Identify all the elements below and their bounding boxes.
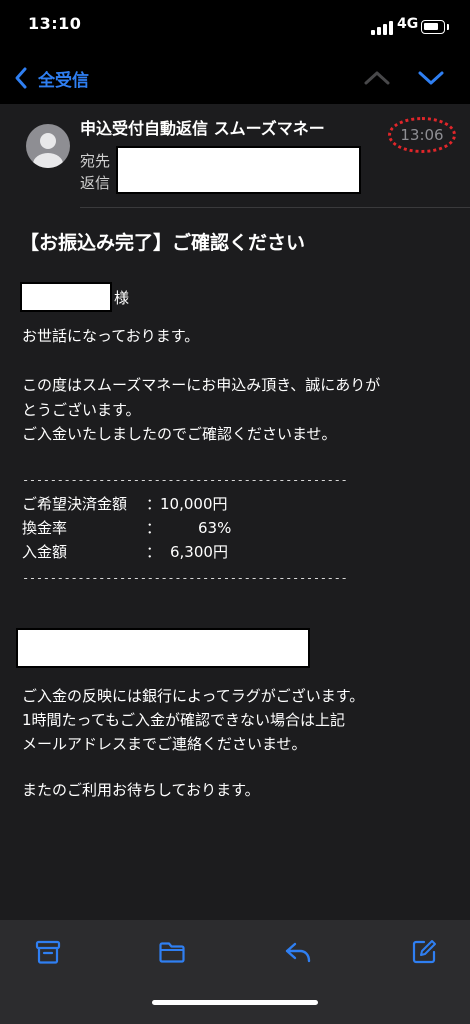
detail-label: ご希望決済金額 (22, 495, 128, 513)
to-label: 宛先 (80, 152, 111, 170)
confirm-line: ご入金いたしましたのでご確認くださいませ。 (22, 425, 337, 443)
reply-icon[interactable] (284, 938, 312, 966)
compose-icon[interactable] (410, 938, 438, 966)
detail-colon: ： (146, 519, 162, 537)
status-bar: 13:10 4G (0, 0, 470, 52)
header-divider (80, 207, 470, 208)
detail-value: 10,000円 (160, 495, 228, 513)
closing: またのご利用お待ちしております。 (22, 781, 260, 799)
detail-colon: ： (146, 543, 162, 561)
battery-icon (421, 20, 445, 34)
home-indicator[interactable] (152, 1000, 318, 1005)
status-time: 13:10 (28, 14, 82, 33)
detail-label: 入金額 (22, 543, 68, 561)
note-line-2: 1時間たってもご入金が確認できない場合は上記 (22, 711, 346, 729)
reply-to-label: 返信 (80, 174, 111, 192)
signal-strength-icon (371, 21, 393, 35)
detail-colon: ： (146, 495, 162, 513)
separator-bottom: ----------------------------------------… (22, 571, 348, 585)
separator-top: ----------------------------------------… (22, 473, 348, 487)
folder-icon[interactable] (158, 938, 186, 966)
bottom-toolbar (0, 920, 470, 1024)
greeting: お世話になっております。 (22, 327, 200, 345)
message-time: 13:06 (400, 126, 444, 144)
thanks-line-2: とうございます。 (22, 401, 141, 419)
detail-label: 換金率 (22, 519, 68, 537)
network-type: 4G (397, 16, 419, 32)
message-subject: 【お振込み完了】ご確認ください (20, 232, 306, 254)
archive-icon[interactable] (34, 938, 62, 966)
chevron-left-icon (15, 67, 27, 89)
message-header: 申込受付自動返信 スムーズマネー 13:06 宛先 返信 (0, 104, 470, 208)
thanks-line-1: この度はスムーズマネーにお申込み頂き、誠にありが (22, 376, 381, 394)
detail-value: 63% (198, 519, 232, 537)
note-line-3: メールアドレスまでご連絡くださいませ。 (22, 735, 307, 753)
honorific: 様 (114, 289, 130, 307)
redacted-recipient-name (20, 282, 112, 312)
time-highlight: 13:06 (388, 117, 456, 153)
sender-name[interactable]: 申込受付自動返信 スムーズマネー (80, 115, 325, 139)
chevron-down-icon[interactable] (416, 66, 446, 90)
back-label: 全受信 (38, 70, 89, 91)
chevron-up-icon[interactable] (362, 66, 392, 90)
redacted-block (16, 628, 310, 668)
nav-bar: 全受信 (0, 52, 470, 104)
detail-value: 6,300円 (170, 543, 228, 561)
person-icon (33, 133, 63, 168)
back-button[interactable]: 全受信 (14, 64, 89, 92)
redacted-recipient (116, 146, 361, 194)
avatar[interactable] (26, 124, 70, 168)
note-line-1: ご入金の反映には銀行によってラグがございます。 (22, 687, 365, 705)
